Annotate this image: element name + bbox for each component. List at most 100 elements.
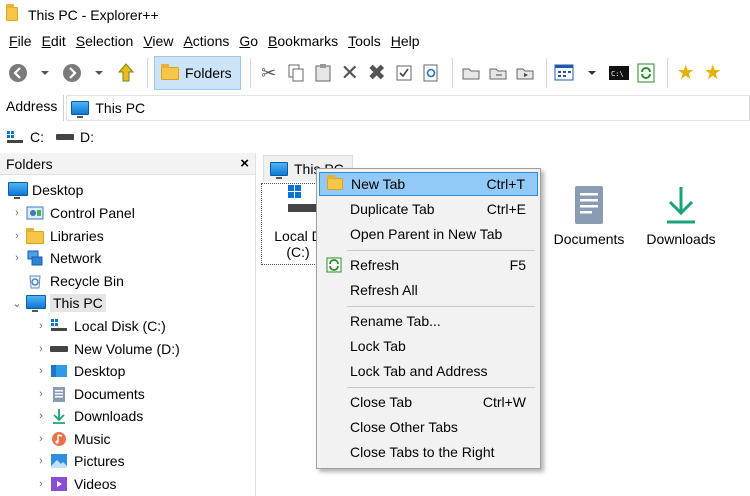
tree-item-downloads[interactable]: › Downloads bbox=[34, 405, 143, 427]
drives-bar: C: D: bbox=[0, 124, 750, 150]
cut-button[interactable]: ✂ bbox=[257, 57, 281, 89]
move-to-button[interactable] bbox=[513, 57, 537, 89]
forward-dropdown-button[interactable] bbox=[87, 57, 111, 89]
control-panel-icon bbox=[26, 205, 44, 221]
chevron-down-icon bbox=[587, 71, 596, 75]
chevron-right-icon[interactable]: › bbox=[10, 252, 24, 264]
tree-item-documents[interactable]: › Documents bbox=[34, 383, 145, 405]
grid-view-icon bbox=[554, 64, 574, 81]
tree-item-videos[interactable]: › Videos bbox=[34, 473, 116, 495]
folders-toggle-button[interactable]: Folders bbox=[154, 56, 241, 90]
views-button[interactable] bbox=[553, 57, 577, 89]
chevron-right-icon[interactable]: › bbox=[34, 478, 48, 490]
menu-item-refresh-all[interactable]: Refresh All bbox=[319, 278, 538, 302]
menu-help[interactable]: Help bbox=[386, 33, 425, 49]
documents-icon bbox=[569, 185, 609, 225]
menu-edit[interactable]: Edit bbox=[37, 33, 71, 49]
tree-item-this-pc[interactable]: ⌄ This PC bbox=[10, 292, 106, 314]
add-bookmark-button[interactable]: ★ bbox=[674, 57, 698, 89]
menu-item-close-tabs-to-right[interactable]: Close Tabs to the Right bbox=[319, 440, 538, 464]
menu-tools[interactable]: Tools bbox=[343, 33, 386, 49]
chevron-right-icon[interactable]: › bbox=[34, 365, 48, 377]
menu-bookmarks[interactable]: Bookmarks bbox=[263, 33, 343, 49]
back-dropdown-button[interactable] bbox=[33, 57, 57, 89]
chevron-down-icon[interactable]: ⌄ bbox=[10, 297, 24, 310]
address-input[interactable]: This PC bbox=[66, 95, 750, 121]
tree-item-desktop[interactable]: Desktop bbox=[6, 179, 83, 201]
search-button[interactable] bbox=[419, 57, 443, 89]
views-dropdown-button[interactable] bbox=[580, 57, 604, 89]
back-button[interactable] bbox=[6, 57, 30, 89]
local-disk-icon bbox=[7, 131, 23, 143]
menu-item-close-tab[interactable]: Close Tab Ctrl+W bbox=[319, 390, 538, 414]
svg-text:C:\: C:\ bbox=[611, 70, 624, 78]
tree-item-local-disk-c[interactable]: › Local Disk (C:) bbox=[34, 315, 166, 337]
drive-d-button[interactable]: D: bbox=[56, 129, 94, 145]
copy-button[interactable] bbox=[284, 57, 308, 89]
menu-selection[interactable]: Selection bbox=[71, 33, 139, 49]
search-icon bbox=[423, 64, 438, 82]
menu-item-close-other-tabs[interactable]: Close Other Tabs bbox=[319, 415, 538, 439]
tree-item-new-volume-d[interactable]: › New Volume (D:) bbox=[34, 338, 180, 360]
toolbar-separator bbox=[545, 58, 547, 88]
menu-item-refresh[interactable]: Refresh F5 bbox=[319, 253, 538, 277]
menu-item-open-parent-new-tab[interactable]: Open Parent in New Tab bbox=[319, 222, 538, 246]
delete-permanently-button[interactable]: ✖ bbox=[365, 57, 389, 89]
drive-icon bbox=[56, 134, 74, 140]
title-bar: This PC - Explorer++ bbox=[0, 0, 750, 30]
menu-file[interactable]: File bbox=[4, 33, 37, 49]
file-item-documents[interactable]: Documents bbox=[544, 185, 634, 247]
menu-separator bbox=[347, 387, 535, 388]
close-icon[interactable]: × bbox=[240, 155, 249, 172]
chevron-right-icon[interactable]: › bbox=[34, 410, 48, 422]
chevron-right-icon[interactable]: › bbox=[34, 343, 48, 355]
address-bar: Address This PC bbox=[0, 95, 750, 121]
tree-item-control-panel[interactable]: › Control Panel bbox=[10, 202, 135, 224]
chevron-right-icon[interactable]: › bbox=[10, 207, 24, 219]
tree-item-libraries[interactable]: › Libraries bbox=[10, 225, 104, 247]
delete-button[interactable]: ✕ bbox=[338, 57, 362, 89]
this-pc-icon bbox=[26, 295, 46, 312]
toolbar-separator bbox=[666, 58, 668, 88]
chevron-right-icon[interactable]: › bbox=[34, 388, 48, 400]
menu-go[interactable]: Go bbox=[234, 33, 263, 49]
network-icon bbox=[26, 250, 44, 266]
tree-item-desktop-child[interactable]: › Desktop bbox=[34, 360, 125, 382]
menu-item-new-tab[interactable]: New Tab Ctrl+T bbox=[319, 172, 538, 196]
chevron-right-icon[interactable]: › bbox=[10, 230, 24, 242]
tree-item-recycle-bin[interactable]: Recycle Bin bbox=[24, 270, 124, 292]
forward-button[interactable] bbox=[60, 57, 84, 89]
refresh-button[interactable] bbox=[634, 57, 658, 89]
address-label: Address bbox=[0, 95, 65, 121]
menu-item-lock-tab[interactable]: Lock Tab bbox=[319, 334, 538, 358]
copy-icon bbox=[288, 64, 304, 82]
menu-item-lock-tab-and-address[interactable]: Lock Tab and Address bbox=[319, 359, 538, 383]
folder-icon bbox=[161, 63, 179, 80]
menu-view[interactable]: View bbox=[138, 33, 178, 49]
download-arrow-icon bbox=[50, 408, 68, 424]
up-button[interactable] bbox=[114, 57, 138, 89]
desktop-icon bbox=[8, 182, 28, 199]
app-folder-icon bbox=[6, 4, 20, 23]
command-prompt-button[interactable]: C:\ bbox=[607, 57, 631, 89]
tree-item-network[interactable]: › Network bbox=[10, 247, 101, 269]
tree-item-music[interactable]: › Music bbox=[34, 428, 110, 450]
local-disk-icon bbox=[50, 318, 68, 334]
checkbox-icon bbox=[396, 65, 412, 81]
file-item-downloads[interactable]: Downloads bbox=[638, 185, 724, 247]
menu-item-rename-tab[interactable]: Rename Tab... bbox=[319, 309, 538, 333]
chevron-right-icon[interactable]: › bbox=[34, 433, 48, 445]
tree-item-pictures[interactable]: › Pictures bbox=[34, 450, 124, 472]
new-folder-button[interactable] bbox=[459, 57, 483, 89]
menu-actions[interactable]: Actions bbox=[178, 33, 234, 49]
drive-c-button[interactable]: C: bbox=[6, 129, 44, 145]
menu-item-duplicate-tab[interactable]: Duplicate Tab Ctrl+E bbox=[319, 197, 538, 221]
paste-button[interactable] bbox=[311, 57, 335, 89]
folder-icon bbox=[327, 175, 343, 190]
copy-to-button[interactable] bbox=[486, 57, 510, 89]
properties-button[interactable] bbox=[392, 57, 416, 89]
menu-separator bbox=[347, 250, 535, 251]
bookmarks-button[interactable]: ★ bbox=[701, 57, 725, 89]
chevron-right-icon[interactable]: › bbox=[34, 320, 48, 332]
chevron-right-icon[interactable]: › bbox=[34, 455, 48, 467]
